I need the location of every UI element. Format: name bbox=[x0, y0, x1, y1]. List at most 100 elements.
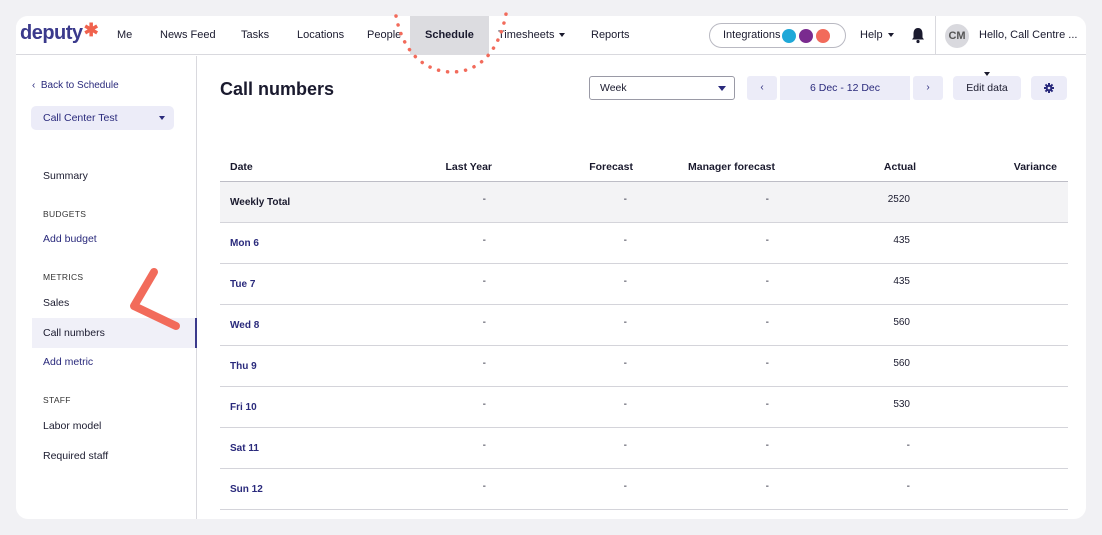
sidebar-item-add-budget[interactable]: Add budget bbox=[43, 233, 97, 245]
sidebar-item-summary[interactable]: Summary bbox=[43, 170, 88, 182]
cell-actual: - bbox=[906, 440, 910, 451]
sidebar-item-labor-model[interactable]: Labor model bbox=[43, 420, 101, 432]
row-date[interactable]: Fri 10 bbox=[230, 402, 257, 413]
location-select[interactable]: Call Center Test bbox=[31, 106, 174, 130]
chevron-down-icon bbox=[159, 116, 165, 120]
sidebar-heading-staff: STAFF bbox=[43, 395, 71, 405]
logo-star-icon: ✱ bbox=[83, 20, 99, 40]
cell-forecast: - bbox=[623, 194, 627, 205]
column-header-last-year: Last Year bbox=[445, 161, 492, 173]
cell-last-year: - bbox=[482, 440, 486, 451]
cell-forecast: - bbox=[623, 276, 627, 287]
integrations-label: Integrations bbox=[723, 29, 781, 41]
period-select[interactable]: Week bbox=[589, 76, 735, 100]
back-to-schedule-link[interactable]: ‹ Back to Schedule bbox=[32, 80, 119, 91]
table-header: Date Last Year Forecast Manager forecast… bbox=[220, 146, 1068, 182]
table-row: Sun 12 - - - - bbox=[220, 469, 1068, 510]
row-date[interactable]: Mon 6 bbox=[230, 238, 259, 249]
nav-item-people[interactable]: People bbox=[367, 16, 401, 55]
cell-last-year: - bbox=[482, 276, 486, 287]
nav-item-me[interactable]: Me bbox=[117, 16, 132, 55]
nav-item-timesheets[interactable]: Timesheets bbox=[498, 16, 566, 55]
cell-actual: 435 bbox=[893, 235, 910, 246]
chevron-down-icon bbox=[559, 33, 566, 38]
nav-item-locations[interactable]: Locations bbox=[297, 16, 344, 55]
row-date[interactable]: Sun 12 bbox=[230, 484, 263, 495]
sidebar-item-call-numbers[interactable]: Call numbers bbox=[43, 327, 105, 339]
cell-forecast: - bbox=[623, 235, 627, 246]
nav-item-tasks[interactable]: Tasks bbox=[241, 16, 269, 55]
nav-item-news-feed[interactable]: News Feed bbox=[160, 16, 216, 55]
nav-divider bbox=[935, 16, 936, 55]
integration-app-icon bbox=[816, 29, 830, 43]
row-date[interactable]: Wed 8 bbox=[230, 320, 259, 331]
table-row: Fri 10 - - - 530 bbox=[220, 387, 1068, 428]
cell-manager-forecast: - bbox=[765, 194, 769, 205]
column-header-variance: Variance bbox=[1013, 161, 1057, 173]
cell-last-year: - bbox=[482, 399, 486, 410]
column-header-forecast: Forecast bbox=[589, 161, 633, 173]
cell-last-year: - bbox=[482, 481, 486, 492]
table-row: Mon 6 - - - 435 bbox=[220, 223, 1068, 264]
prev-week-button[interactable]: ‹ bbox=[747, 76, 777, 100]
avatar[interactable]: CM bbox=[945, 24, 969, 48]
cell-actual: 530 bbox=[893, 399, 910, 410]
table-row: Thu 9 - - - 560 bbox=[220, 346, 1068, 387]
row-date[interactable]: Tue 7 bbox=[230, 279, 255, 290]
sidebar-heading-budgets: BUDGETS bbox=[43, 209, 87, 219]
column-header-manager-forecast: Manager forecast bbox=[688, 161, 775, 173]
help-menu[interactable]: Help bbox=[860, 16, 894, 55]
integrations-button[interactable]: Integrations bbox=[709, 23, 846, 48]
cell-manager-forecast: - bbox=[765, 358, 769, 369]
sidebar-item-required-staff[interactable]: Required staff bbox=[43, 450, 108, 462]
cell-actual: 2520 bbox=[887, 194, 910, 205]
cell-forecast: - bbox=[623, 358, 627, 369]
edit-data-button[interactable]: Edit data bbox=[953, 76, 1021, 100]
cell-manager-forecast: - bbox=[765, 317, 769, 328]
cell-last-year: - bbox=[482, 358, 486, 369]
sidebar-item-sales[interactable]: Sales bbox=[43, 297, 69, 309]
cell-last-year: - bbox=[482, 317, 486, 328]
table-row: Tue 7 - - - 435 bbox=[220, 264, 1068, 305]
date-navigator: ‹ 6 Dec - 12 Dec › bbox=[747, 76, 943, 100]
deputy-logo[interactable]: deputy✱ bbox=[20, 20, 99, 45]
chevron-down-icon bbox=[718, 86, 726, 91]
cell-actual: 560 bbox=[893, 317, 910, 328]
cell-manager-forecast: - bbox=[765, 481, 769, 492]
cell-manager-forecast: - bbox=[765, 440, 769, 451]
chevron-left-icon: ‹ bbox=[32, 80, 41, 91]
sidebar: ‹ Back to Schedule Call Center Test Summ… bbox=[16, 56, 197, 519]
cell-forecast: - bbox=[623, 317, 627, 328]
page-title: Call numbers bbox=[220, 79, 335, 99]
top-nav: deputy✱ Me News Feed Tasks Locations Peo… bbox=[16, 16, 1086, 77]
sidebar-item-add-metric[interactable]: Add metric bbox=[43, 356, 93, 368]
next-week-button[interactable]: › bbox=[913, 76, 943, 100]
gear-icon bbox=[1044, 83, 1054, 93]
nav-item-reports[interactable]: Reports bbox=[591, 16, 630, 55]
row-date[interactable]: Thu 9 bbox=[230, 361, 257, 372]
nav-item-schedule[interactable]: Schedule bbox=[410, 16, 489, 55]
chevron-down-icon bbox=[887, 33, 894, 38]
cell-forecast: - bbox=[623, 481, 627, 492]
main-content: Call numbers Week ‹ 6 Dec - 12 Dec › Edi… bbox=[198, 56, 1086, 519]
date-range[interactable]: 6 Dec - 12 Dec bbox=[780, 76, 910, 100]
cell-actual: 435 bbox=[893, 276, 910, 287]
app-window: deputy✱ Me News Feed Tasks Locations Peo… bbox=[16, 16, 1086, 519]
table-row-weekly-total: Weekly Total - - - 2520 bbox=[220, 182, 1068, 223]
column-header-date: Date bbox=[230, 161, 253, 173]
bell-icon[interactable] bbox=[909, 26, 927, 44]
cell-actual: - bbox=[906, 481, 910, 492]
myob-icon bbox=[799, 29, 813, 43]
settings-button[interactable] bbox=[1031, 76, 1067, 100]
cell-last-year: - bbox=[482, 235, 486, 246]
table-row: Wed 8 - - - 560 bbox=[220, 305, 1068, 346]
cell-forecast: - bbox=[623, 440, 627, 451]
cell-actual: 560 bbox=[893, 358, 910, 369]
table-row: Sat 11 - - - - bbox=[220, 428, 1068, 469]
cell-manager-forecast: - bbox=[765, 399, 769, 410]
xero-icon bbox=[782, 29, 796, 43]
column-header-actual: Actual bbox=[883, 161, 916, 173]
cell-manager-forecast: - bbox=[765, 235, 769, 246]
row-date[interactable]: Sat 11 bbox=[230, 443, 259, 454]
sidebar-heading-metrics: METRICS bbox=[43, 272, 84, 282]
